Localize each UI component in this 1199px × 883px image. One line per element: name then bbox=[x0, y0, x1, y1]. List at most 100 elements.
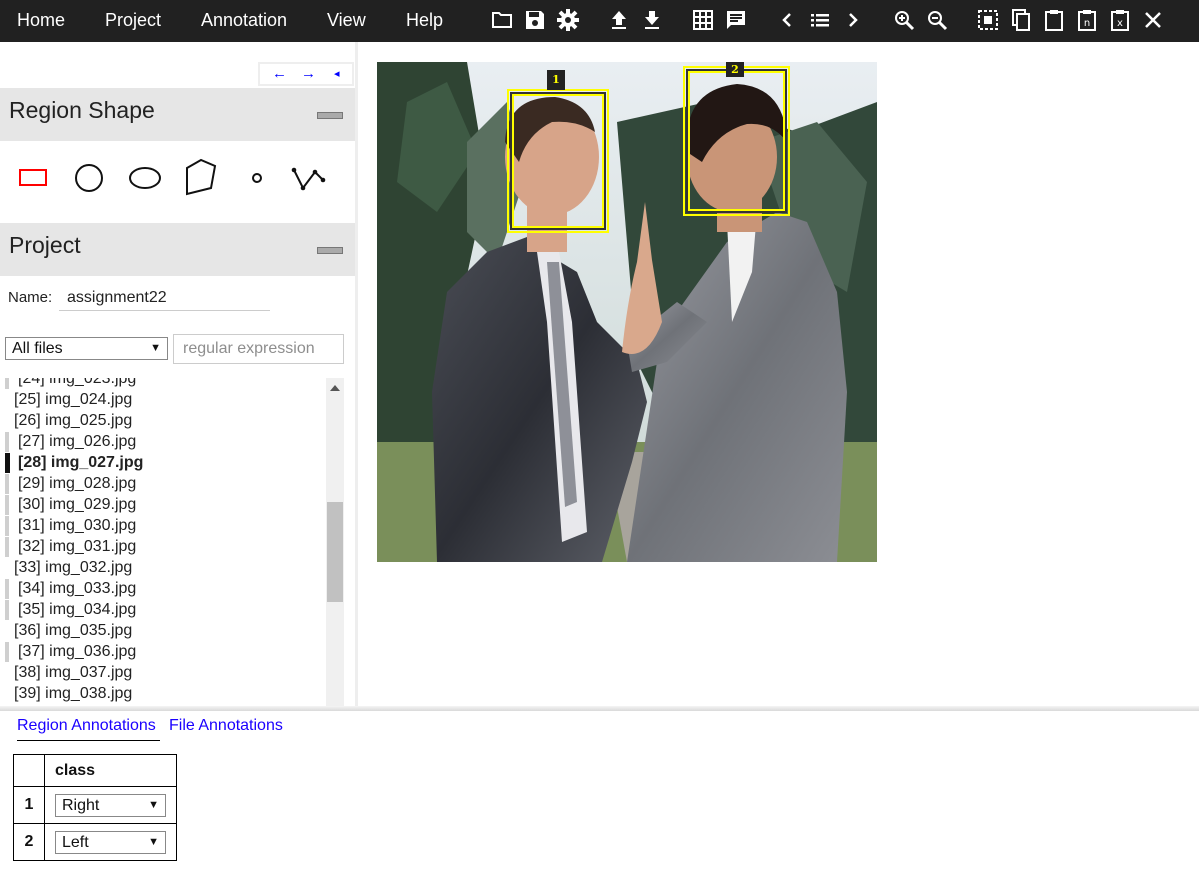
sidebar-nav: ← → ◂ bbox=[258, 62, 354, 86]
zoom-in-icon[interactable] bbox=[892, 8, 916, 32]
svg-text:x: x bbox=[1117, 18, 1123, 29]
region-box-inner bbox=[512, 94, 604, 228]
scroll-thumb[interactable] bbox=[327, 502, 343, 602]
project-header[interactable]: Project bbox=[0, 223, 356, 276]
menu-annotation[interactable]: Annotation bbox=[201, 0, 287, 42]
class-select-value: Right bbox=[62, 796, 100, 814]
file-list: [24] img_023.jpg [25] img_024.jpg [26] img… bbox=[0, 378, 326, 708]
project-title: Project bbox=[9, 232, 81, 258]
region-box-1[interactable] bbox=[507, 89, 609, 233]
paste-x-icon[interactable]: x bbox=[1108, 8, 1132, 32]
paste-icon[interactable] bbox=[1042, 8, 1066, 32]
select-all-icon[interactable] bbox=[976, 8, 1000, 32]
polygon-shape-icon[interactable] bbox=[179, 156, 223, 200]
panel-divider[interactable] bbox=[355, 42, 358, 708]
file-name-label: [34] img_033.jpg bbox=[18, 580, 137, 597]
left-sidebar: ← → ◂ Region Shape Project Name: All fil… bbox=[0, 42, 356, 708]
file-annotated-marker bbox=[5, 474, 9, 494]
file-annotated-marker bbox=[5, 642, 9, 662]
ellipse-shape-icon[interactable] bbox=[123, 156, 167, 200]
file-annotated-marker bbox=[5, 453, 10, 473]
chevron-left-icon[interactable] bbox=[775, 8, 799, 32]
table-row: 2 Left ▼ bbox=[13, 823, 177, 861]
class-cell: Left ▼ bbox=[44, 823, 177, 861]
table-corner-cell bbox=[13, 754, 45, 787]
tab-region-annotations[interactable]: Region Annotations bbox=[17, 717, 160, 741]
image-canvas[interactable]: 1 2 bbox=[377, 62, 877, 562]
file-name-label: [32] img_031.jpg bbox=[18, 538, 137, 555]
tab-file-annotations[interactable]: File Annotations bbox=[169, 717, 283, 739]
region-label-1: 1 bbox=[547, 70, 565, 90]
region-annotations-table: class 1 Right ▼ 2 Left ▼ bbox=[13, 754, 177, 861]
prev-arrow-icon[interactable]: ← bbox=[272, 64, 287, 84]
grid-icon[interactable] bbox=[691, 8, 715, 32]
file-name-label: [33] img_032.jpg bbox=[14, 559, 133, 576]
point-shape-icon[interactable] bbox=[235, 156, 279, 200]
class-select[interactable]: Left ▼ bbox=[55, 830, 166, 854]
rectangle-shape-icon[interactable] bbox=[11, 156, 55, 200]
region-box-2[interactable] bbox=[683, 66, 790, 216]
region-shape-title: Region Shape bbox=[9, 97, 155, 123]
file-annotated-marker bbox=[5, 600, 9, 620]
svg-text:n: n bbox=[1084, 18, 1090, 29]
next-arrow-icon[interactable]: → bbox=[301, 64, 316, 84]
top-menu-bar: Home Project Annotation View Help n x bbox=[0, 0, 1199, 42]
copy-icon[interactable] bbox=[1009, 8, 1033, 32]
zoom-out-icon[interactable] bbox=[925, 8, 949, 32]
file-annotated-marker bbox=[5, 495, 9, 515]
list-icon[interactable] bbox=[808, 8, 832, 32]
file-name-label: [25] img_024.jpg bbox=[14, 391, 133, 408]
collapse-minus-icon[interactable] bbox=[317, 112, 343, 119]
regex-filter-input[interactable] bbox=[173, 334, 344, 364]
gear-icon[interactable] bbox=[556, 8, 580, 32]
collapse-sidebar-icon[interactable]: ◂ bbox=[334, 64, 340, 84]
menu-home[interactable]: Home bbox=[17, 0, 65, 42]
file-name-label: [30] img_029.jpg bbox=[18, 496, 137, 513]
folder-icon[interactable] bbox=[490, 8, 514, 32]
dropdown-caret-icon: ▼ bbox=[150, 342, 161, 354]
row-id-cell: 2 bbox=[13, 823, 45, 861]
collapse-minus-icon[interactable] bbox=[317, 247, 343, 254]
class-select[interactable]: Right ▼ bbox=[55, 793, 166, 817]
menu-help[interactable]: Help bbox=[406, 0, 443, 42]
upload-icon[interactable] bbox=[607, 8, 631, 32]
close-icon[interactable] bbox=[1141, 8, 1165, 32]
comment-icon[interactable] bbox=[724, 8, 748, 32]
file-name-label: [27] img_026.jpg bbox=[18, 433, 137, 450]
dropdown-caret-icon: ▼ bbox=[148, 798, 159, 811]
project-name-label: Name: bbox=[8, 289, 53, 306]
annotation-panel-divider[interactable] bbox=[0, 706, 1199, 711]
chevron-right-icon[interactable] bbox=[841, 8, 865, 32]
file-annotated-marker bbox=[5, 537, 9, 557]
save-icon[interactable] bbox=[523, 8, 547, 32]
scroll-up-icon[interactable] bbox=[330, 385, 340, 391]
file-filter-value: All files bbox=[12, 340, 63, 357]
file-name-label: [36] img_035.jpg bbox=[14, 622, 133, 639]
class-select-value: Left bbox=[62, 833, 89, 851]
file-name-label: [28] img_027.jpg bbox=[18, 454, 144, 471]
file-name-label: [38] img_037.jpg bbox=[14, 664, 133, 681]
table-row: 1 Right ▼ bbox=[13, 786, 177, 824]
annotated-image bbox=[377, 62, 877, 562]
file-list-scrollbar[interactable] bbox=[326, 378, 344, 708]
class-cell: Right ▼ bbox=[44, 786, 177, 824]
file-filter-select[interactable]: All files ▼ bbox=[5, 337, 168, 360]
file-annotated-marker bbox=[5, 378, 9, 389]
circle-shape-icon[interactable] bbox=[67, 156, 111, 200]
file-annotated-marker bbox=[5, 432, 9, 452]
file-name-label: [35] img_034.jpg bbox=[18, 601, 137, 618]
project-name-input[interactable] bbox=[59, 285, 270, 311]
region-shape-header[interactable]: Region Shape bbox=[0, 88, 356, 141]
file-name-label: [39] img_038.jpg bbox=[14, 685, 133, 702]
polyline-shape-icon[interactable] bbox=[287, 156, 331, 200]
file-name-label: [24] img_023.jpg bbox=[18, 378, 137, 387]
menu-project[interactable]: Project bbox=[105, 0, 161, 42]
dropdown-caret-icon: ▼ bbox=[148, 835, 159, 848]
paste-n-icon[interactable]: n bbox=[1075, 8, 1099, 32]
row-id-cell: 1 bbox=[13, 786, 45, 824]
download-icon[interactable] bbox=[640, 8, 664, 32]
table-header-row: class bbox=[13, 754, 177, 787]
file-name-label: [29] img_028.jpg bbox=[18, 475, 137, 492]
file-annotated-marker bbox=[5, 579, 9, 599]
menu-view[interactable]: View bbox=[327, 0, 366, 42]
